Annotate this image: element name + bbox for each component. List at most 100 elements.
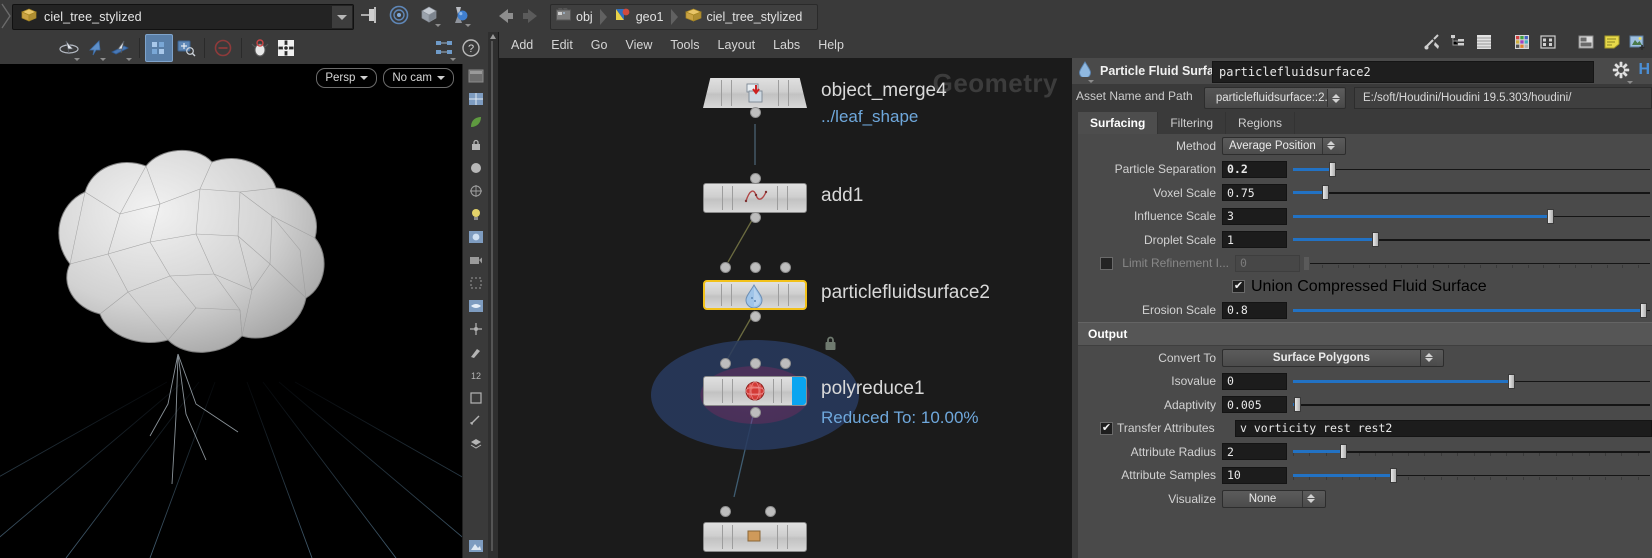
dropdown-spinner[interactable]	[1420, 349, 1437, 366]
node-render-flag[interactable]	[792, 377, 806, 405]
layout-grid-icon[interactable]	[1536, 30, 1560, 54]
parameter-tab-regions[interactable]: Regions	[1226, 112, 1296, 134]
node-output-port[interactable]	[750, 107, 761, 118]
camera-icon[interactable]	[464, 249, 488, 271]
panes-icon[interactable]	[1574, 30, 1598, 54]
parameter-slider[interactable]	[1293, 302, 1650, 319]
node-input-port[interactable]	[780, 262, 791, 273]
checkbox-limit-refinement-i[interactable]	[1100, 256, 1113, 270]
node-output-port[interactable]	[750, 311, 761, 322]
slider-handle[interactable]	[1339, 444, 1347, 460]
asset-name-menu[interactable]: particlefluidsurface::2.0	[1204, 87, 1346, 109]
network-menu-help[interactable]: Help	[809, 32, 853, 58]
parameter-node-name-field[interactable]: particlefluidsurface2	[1212, 61, 1594, 83]
node-polyreduce1[interactable]: polyreduce1 Reduced To: 10.00%	[651, 340, 979, 450]
breadcrumb-item-obj[interactable]: obj	[551, 5, 596, 29]
parameter-dropdown-convert-to[interactable]: Surface Polygons	[1222, 348, 1444, 367]
parameter-slider[interactable]	[1293, 231, 1650, 248]
node-input-port[interactable]	[765, 506, 776, 517]
parameter-text-field[interactable]: v vorticity rest rest2	[1235, 419, 1652, 437]
view-magnify-icon[interactable]	[173, 35, 199, 61]
fluid-droplet-icon[interactable]	[1078, 60, 1094, 83]
list-view-icon[interactable]	[1472, 30, 1496, 54]
parameter-value-field-droplet-scale[interactable]: 1	[1222, 231, 1287, 249]
parameter-value-field-adaptivity[interactable]: 0.005	[1222, 396, 1287, 414]
network-canvas[interactable]: Geometry object_merge4 ../leaf_shape add…	[498, 58, 1072, 558]
node-particlefluidsurface2[interactable]: particlefluidsurface2	[703, 262, 990, 350]
handle-tool-icon[interactable]	[56, 35, 82, 61]
asset-name-spinner[interactable]	[1327, 89, 1344, 107]
scroll-track[interactable]	[491, 41, 493, 551]
node-bottom-partial[interactable]	[703, 506, 807, 552]
object-path-field[interactable]: ciel_tree_stylized	[12, 4, 354, 30]
parameter-slider[interactable]	[1293, 161, 1650, 178]
sticky-note-icon[interactable]	[1600, 30, 1624, 54]
selection-icon[interactable]	[464, 272, 488, 294]
gear-icon[interactable]	[1612, 61, 1633, 84]
node-body[interactable]	[703, 183, 807, 213]
color-palette-icon[interactable]	[1510, 30, 1534, 54]
bug-snapshot-icon[interactable]	[247, 35, 273, 61]
network-menu-add[interactable]: Add	[502, 32, 542, 58]
node-input-port[interactable]	[750, 262, 761, 273]
slider-handle[interactable]	[1547, 208, 1555, 224]
parameter-value-field-influence-scale[interactable]: 3	[1222, 207, 1287, 225]
measure-icon[interactable]: 12	[464, 364, 488, 386]
brush-icon[interactable]	[464, 341, 488, 363]
ghost-icon[interactable]	[464, 157, 488, 179]
slider-handle[interactable]	[1329, 161, 1337, 177]
select-tool-icon[interactable]	[82, 35, 108, 61]
hierarchy-icon[interactable]	[432, 35, 458, 61]
node-input-port[interactable]	[750, 358, 761, 369]
snapping-icon[interactable]	[145, 34, 173, 62]
node-body[interactable]	[703, 78, 807, 108]
3d-viewport[interactable]: Persp No cam	[0, 64, 462, 558]
parameter-slider[interactable]	[1293, 467, 1650, 484]
lock-icon[interactable]	[464, 134, 488, 156]
node-object-merge4[interactable]: object_merge4 ../leaf_shape	[703, 78, 947, 126]
target-icon[interactable]	[386, 2, 412, 28]
frame-icon[interactable]	[464, 387, 488, 409]
node-body[interactable]	[703, 522, 807, 552]
slider-handle[interactable]	[1372, 232, 1380, 248]
cube-icon[interactable]	[416, 2, 442, 28]
network-menu-tools[interactable]: Tools	[661, 32, 708, 58]
parameter-value-field-attribute-radius[interactable]: 2	[1222, 443, 1287, 461]
tools-wrench-icon[interactable]	[1420, 30, 1444, 54]
network-menu-labs[interactable]: Labs	[764, 32, 809, 58]
material-icon[interactable]	[464, 226, 488, 248]
forward-arrow-icon[interactable]	[520, 6, 540, 26]
node-input-port[interactable]	[720, 506, 731, 517]
node-body[interactable]	[703, 376, 807, 406]
parameter-value-field-attribute-samples[interactable]: 10	[1222, 466, 1287, 484]
node-output-port[interactable]	[750, 407, 761, 418]
settings-gear-icon[interactable]	[273, 35, 299, 61]
parameter-slider[interactable]	[1293, 396, 1650, 413]
network-menu-edit[interactable]: Edit	[542, 32, 582, 58]
dropdown-spinner[interactable]	[1302, 490, 1319, 507]
grid-snap-icon[interactable]	[464, 88, 488, 110]
add-image-icon[interactable]	[1626, 30, 1650, 54]
parameter-dropdown-method[interactable]: Average Position	[1222, 136, 1346, 155]
tree-view-icon[interactable]	[1446, 30, 1470, 54]
parameter-slider[interactable]	[1293, 208, 1650, 225]
node-input-port[interactable]	[780, 358, 791, 369]
slider-handle[interactable]	[1507, 373, 1515, 389]
object-path-dropdown[interactable]	[332, 6, 352, 28]
network-menu-view[interactable]: View	[616, 32, 661, 58]
viewport-cam-menu[interactable]: No cam	[383, 68, 454, 88]
leaf-icon[interactable]	[464, 111, 488, 133]
parameter-section-output[interactable]: Output	[1078, 322, 1652, 346]
slider-handle[interactable]	[1303, 255, 1310, 271]
dropdown-spinner[interactable]	[1321, 137, 1339, 154]
visibility-icon[interactable]	[464, 295, 488, 317]
parameter-dropdown-visualize[interactable]: None	[1222, 489, 1326, 508]
parameter-value-field-erosion-scale[interactable]: 0.8	[1222, 301, 1287, 319]
slider-handle[interactable]	[1322, 185, 1330, 201]
move-tool-icon[interactable]	[108, 35, 134, 61]
parameter-tab-surfacing[interactable]: Surfacing	[1078, 112, 1159, 134]
parameter-value-field-isovalue[interactable]: 0	[1222, 372, 1287, 390]
viewport-view-menu[interactable]: Persp	[316, 68, 378, 88]
parameter-value-field-particle-separation[interactable]: 0.2	[1222, 160, 1287, 178]
slider-handle[interactable]	[1389, 467, 1397, 483]
